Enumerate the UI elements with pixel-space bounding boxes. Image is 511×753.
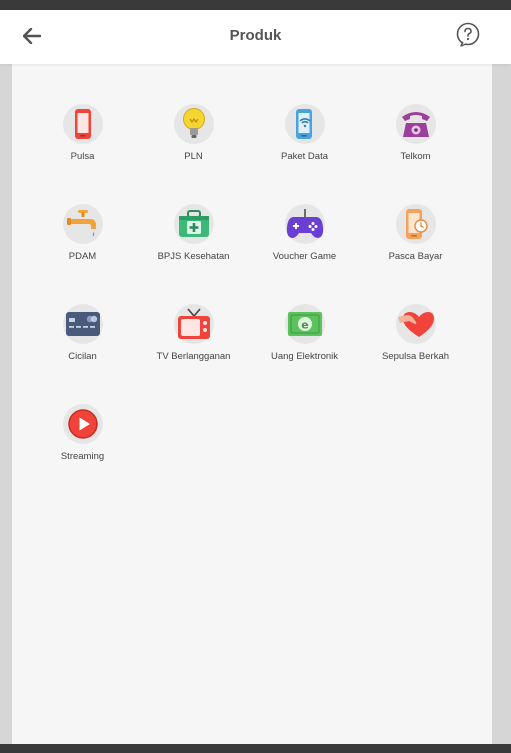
product-label: Voucher Game xyxy=(272,251,337,262)
product-label: PLN xyxy=(184,151,203,162)
navigation-bar xyxy=(0,744,511,753)
product-pdam[interactable]: PDAM xyxy=(27,204,138,304)
page-title: Produk xyxy=(229,27,282,44)
product-sepulsa-berkah[interactable]: Sepulsa Berkah xyxy=(360,304,471,404)
telephone-icon xyxy=(395,104,436,144)
product-pulsa[interactable]: Pulsa xyxy=(27,104,138,204)
product-label: Uang Elektronik xyxy=(270,351,339,362)
product-cicilan[interactable]: Cicilan xyxy=(27,304,138,404)
product-label: Telkom xyxy=(400,151,431,162)
product-label: Cicilan xyxy=(68,351,97,362)
product-paket-data[interactable]: Paket Data xyxy=(249,104,360,204)
gamepad-icon xyxy=(284,204,325,244)
tv-icon xyxy=(173,304,214,344)
light-bulb-icon xyxy=(173,104,214,144)
product-pasca-bayar[interactable]: Pasca Bayar xyxy=(360,204,471,304)
water-faucet-icon xyxy=(62,204,103,244)
e-money-icon: e xyxy=(284,304,325,344)
product-label: Streaming xyxy=(60,451,105,462)
app-header: Produk xyxy=(0,10,511,64)
product-streaming[interactable]: Streaming xyxy=(27,404,138,504)
product-label: Paket Data xyxy=(281,151,328,162)
phone-clock-icon xyxy=(395,204,436,244)
product-bpjs-kesehatan[interactable]: BPJS Kesehatan xyxy=(138,204,249,304)
question-icon xyxy=(455,22,481,53)
svg-text:e: e xyxy=(301,319,308,332)
product-label: BPJS Kesehatan xyxy=(157,251,230,262)
phone-wifi-icon xyxy=(284,104,325,144)
status-bar xyxy=(0,0,511,10)
product-label: PDAM xyxy=(68,251,97,262)
product-voucher-game[interactable]: Voucher Game xyxy=(249,204,360,304)
product-label: Pasca Bayar xyxy=(388,251,443,262)
product-tv-berlangganan[interactable]: TV Berlangganan xyxy=(138,304,249,404)
medical-kit-icon xyxy=(173,204,214,244)
product-panel: Pulsa PLN Paket Data Telkom PDAM BPJS Ke… xyxy=(12,64,492,744)
play-icon xyxy=(62,404,103,444)
product-label: TV Berlangganan xyxy=(156,351,231,362)
product-grid: Pulsa PLN Paket Data Telkom PDAM BPJS Ke… xyxy=(27,104,471,504)
product-uang-elektronik[interactable]: e Uang Elektronik xyxy=(249,304,360,404)
card-icon xyxy=(62,304,103,344)
product-telkom[interactable]: Telkom xyxy=(360,104,471,204)
product-label: Pulsa xyxy=(70,151,95,162)
product-pln[interactable]: PLN xyxy=(138,104,249,204)
help-button[interactable] xyxy=(455,22,481,53)
mobile-phone-icon xyxy=(62,104,103,144)
product-label: Sepulsa Berkah xyxy=(381,351,450,362)
heart-hand-icon xyxy=(395,304,436,344)
